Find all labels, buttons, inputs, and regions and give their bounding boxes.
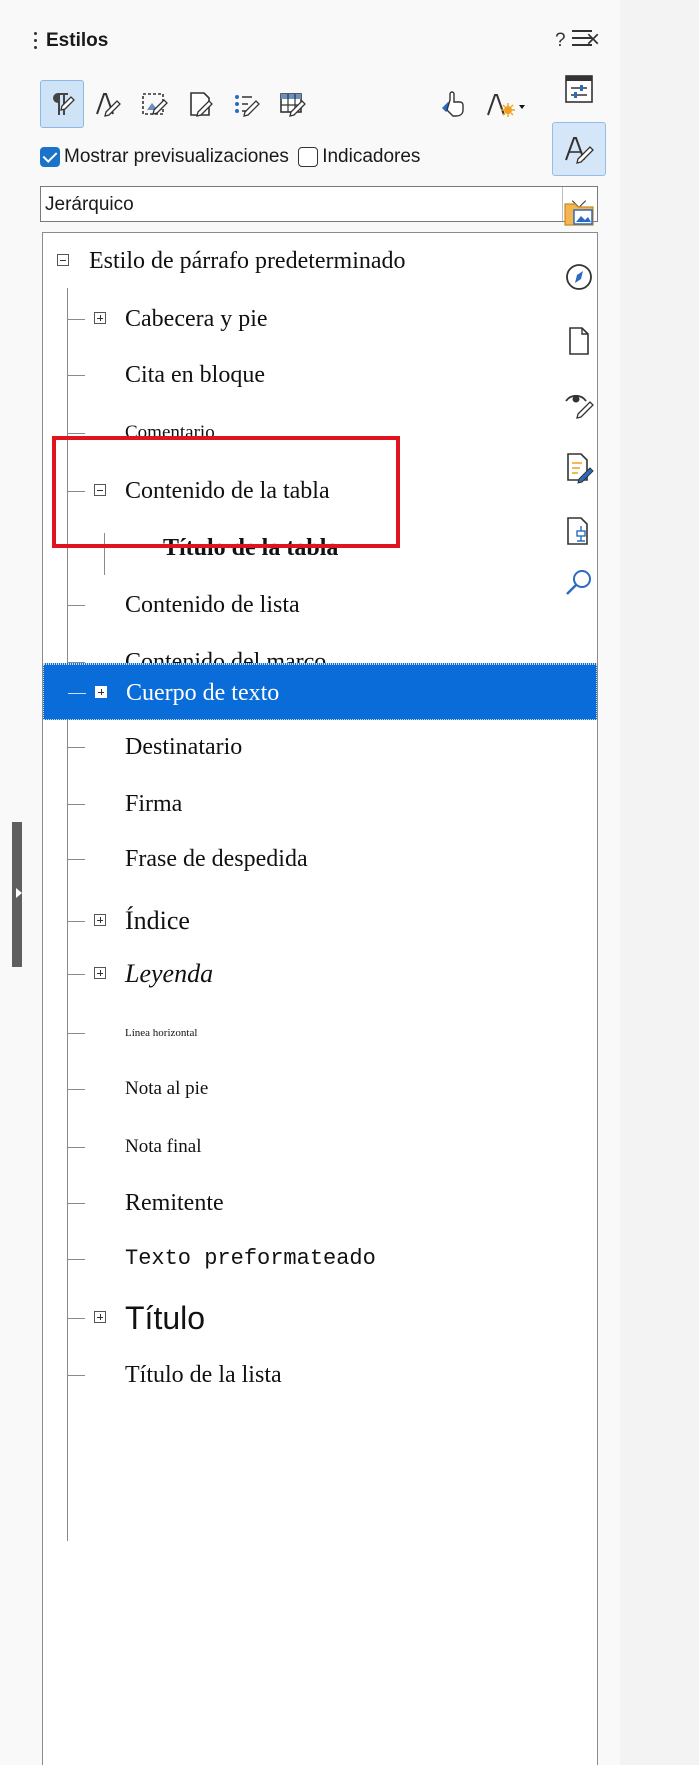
new-style-from-selection-icon <box>487 94 525 117</box>
style-filter-dropdown[interactable]: Jerárquico <box>40 186 598 222</box>
page-styles-icon <box>190 92 213 117</box>
tree-item-selected-row[interactable]: Cuerpo de texto <box>43 664 597 720</box>
table-styles-button[interactable] <box>270 80 314 128</box>
tree-item-label: Estilo de párrafo predeterminado <box>89 248 406 274</box>
list-styles-button[interactable] <box>224 80 268 128</box>
page-tab[interactable] <box>552 314 606 368</box>
tree-item[interactable]: Cabecera y pie <box>43 291 597 347</box>
new-style-from-selection-button[interactable] <box>476 80 536 128</box>
tree-item-label: Cabecera y pie <box>125 306 268 332</box>
character-styles-button[interactable] <box>86 80 130 128</box>
tree-item[interactable]: Cita en bloque <box>43 347 597 403</box>
options-row: Mostrar previsualizaciones Indicadores <box>40 146 420 176</box>
panel-titlebar: Estilos ? × <box>30 22 620 62</box>
gallery-icon <box>564 203 594 226</box>
tree-item-label: Contenido de la tabla <box>125 478 330 504</box>
navigator-tab[interactable] <box>552 250 606 304</box>
tree-item-label: Destinatario <box>125 734 243 760</box>
manage-changes-icon <box>567 453 594 484</box>
tree-item-label: Cita en bloque <box>125 362 265 388</box>
tree-item-label: Cuerpo de texto <box>126 680 280 706</box>
properties-tab[interactable] <box>552 62 606 116</box>
styles-tree[interactable]: Estilo de párrafo predeterminado Cabecer… <box>42 232 598 1765</box>
tree-item-label: Frase de despedida <box>125 846 308 872</box>
style-inspector-icon <box>565 394 594 419</box>
spotlight-checkbox[interactable] <box>298 147 319 167</box>
collapse-icon[interactable] <box>94 484 106 496</box>
tree-item-label: Línea horizontal <box>125 1027 198 1039</box>
spotlight-label: Indicadores <box>322 146 421 167</box>
character-styles-icon <box>96 93 121 117</box>
sidebar-menu-icon[interactable] <box>572 30 592 46</box>
tree-item-label: Contenido de lista <box>125 592 300 618</box>
expand-icon[interactable] <box>94 914 106 926</box>
tree-item[interactable]: Nota al pie <box>43 1061 597 1117</box>
tree-item-label: Índice <box>125 906 190 935</box>
tree-item[interactable]: Leyenda <box>43 946 597 1002</box>
fill-format-mode-button[interactable] <box>430 80 474 128</box>
show-previews-label: Mostrar previsualizaciones <box>64 146 289 167</box>
properties-icon <box>565 75 593 103</box>
tree-item[interactable]: Línea horizontal <box>43 1005 597 1061</box>
tree-item[interactable]: Título de la lista <box>43 1347 597 1403</box>
find-icon <box>566 570 591 595</box>
paragraph-styles-button[interactable] <box>40 80 84 128</box>
tree-item-label: Título <box>125 1300 206 1336</box>
tree-item[interactable]: Remitente <box>43 1175 597 1231</box>
tree-item[interactable]: Contenido de la tabla <box>43 463 597 519</box>
tree-item[interactable]: Texto preformateado <box>43 1231 597 1287</box>
design-icon <box>567 517 588 545</box>
style-filter-value: Jerárquico <box>45 194 134 215</box>
tree-item-label: Leyenda <box>125 959 214 988</box>
tree-item-label: Remitente <box>125 1190 224 1216</box>
expand-icon[interactable] <box>94 1311 106 1323</box>
design-tab[interactable] <box>552 504 606 558</box>
help-button[interactable]: ? <box>555 30 566 52</box>
sidebar-tabbar <box>620 0 699 1765</box>
tree-item-label: Firma <box>125 791 183 817</box>
tree-item[interactable]: Frase de despedida <box>43 831 597 887</box>
tree-item-label: Título de la tabla <box>163 535 339 561</box>
manage-changes-tab[interactable] <box>552 440 606 494</box>
paragraph-styles-icon <box>53 93 75 115</box>
expand-icon[interactable] <box>94 967 106 979</box>
find-tab[interactable] <box>552 556 606 610</box>
tree-item-label: Nota final <box>125 1136 202 1157</box>
table-styles-icon <box>280 93 306 117</box>
styles-icon <box>565 137 594 164</box>
collapse-icon[interactable] <box>57 254 69 266</box>
navigator-icon <box>566 264 592 290</box>
page-styles-button[interactable] <box>178 80 222 128</box>
style-family-toolbar <box>40 80 610 130</box>
list-styles-icon <box>235 95 260 117</box>
frame-styles-button[interactable] <box>132 80 176 128</box>
style-inspector-tab[interactable] <box>552 376 606 430</box>
tree-item-label: Título de la lista <box>125 1362 282 1388</box>
show-previews-checkbox[interactable] <box>40 147 60 167</box>
tree-item[interactable]: Título <box>43 1290 597 1346</box>
expand-icon[interactable] <box>94 312 106 324</box>
page-icon <box>569 327 589 355</box>
expand-icon[interactable] <box>95 686 107 698</box>
gallery-tab[interactable] <box>552 186 606 240</box>
tree-item-label: Nota al pie <box>125 1078 209 1099</box>
tree-item[interactable]: Índice <box>43 893 597 949</box>
frame-styles-icon <box>142 93 168 115</box>
tree-item[interactable]: Comentario <box>43 405 597 461</box>
tree-item[interactable]: Destinatario <box>43 719 597 775</box>
drag-grip-icon[interactable] <box>34 30 38 52</box>
panel-title: Estilos <box>46 30 109 51</box>
tree-child-item[interactable]: Título de la tabla <box>43 520 597 576</box>
tree-item[interactable]: Contenido de lista <box>43 577 597 633</box>
tree-item[interactable]: Nota final <box>43 1119 597 1175</box>
tree-item-label: Texto preformateado <box>125 1246 376 1271</box>
tree-root-item[interactable]: Estilo de párrafo predeterminado <box>43 233 597 289</box>
tree-item[interactable]: Firma <box>43 776 597 832</box>
fill-format-mode-icon <box>442 91 464 117</box>
styles-tab[interactable] <box>552 122 606 176</box>
tree-item-label: Comentario <box>125 422 215 443</box>
